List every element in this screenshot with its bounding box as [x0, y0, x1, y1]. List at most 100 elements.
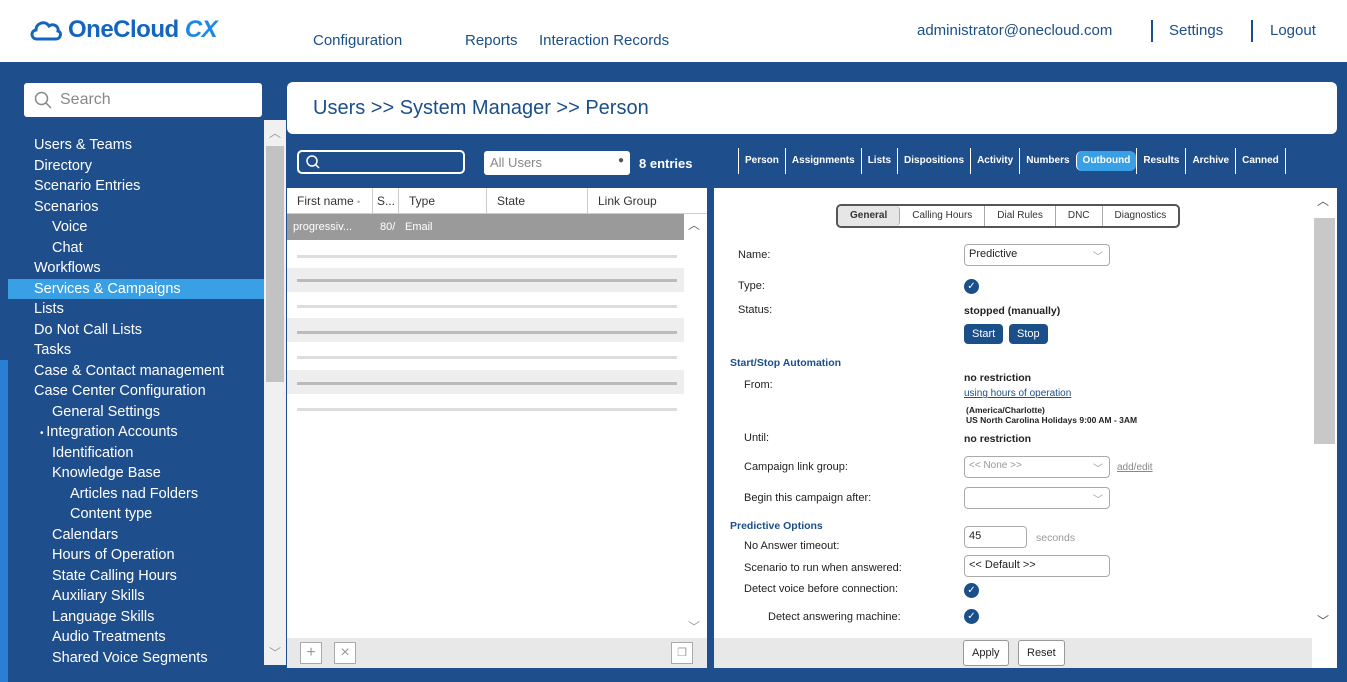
- reset-button[interactable]: Reset: [1018, 640, 1065, 666]
- user-email[interactable]: administrator@onecloud.com: [917, 22, 1112, 39]
- loading-placeholder: [297, 305, 677, 308]
- sidebar-item[interactable]: Articles nad Folders: [8, 484, 264, 505]
- tab-assignments[interactable]: Assignments: [784, 148, 861, 174]
- scrollbar-thumb[interactable]: [266, 146, 284, 382]
- sidebar-item[interactable]: • Integration Accounts: [8, 422, 264, 443]
- sidebar-item[interactable]: Case Center Configuration: [8, 381, 264, 402]
- subtab-bar: General Calling Hours Dial Rules DNC Diagnos…: [836, 204, 1181, 228]
- type-label: Type:: [738, 280, 765, 292]
- sidebar-item[interactable]: Users & Teams: [8, 135, 264, 156]
- detect-voice-checkbox[interactable]: ✓: [964, 583, 979, 598]
- subtab-diagnostics[interactable]: Diagnostics: [1103, 206, 1179, 226]
- begin-after-select[interactable]: ﹀: [964, 487, 1110, 509]
- sidebar-item[interactable]: Tasks: [8, 340, 264, 361]
- sidebar-item[interactable]: Chat: [8, 238, 264, 259]
- sidebar-item[interactable]: Workflows: [8, 258, 264, 279]
- sidebar-item[interactable]: General Settings: [8, 402, 264, 423]
- sidebar-item[interactable]: Lists: [8, 299, 264, 320]
- tab-archive[interactable]: Archive: [1185, 148, 1235, 174]
- sidebar-item[interactable]: Knowledge Base: [8, 463, 264, 484]
- column-header[interactable]: First name •: [287, 187, 373, 214]
- settings-link[interactable]: Settings: [1169, 22, 1223, 39]
- sidebar-item[interactable]: Voice: [8, 217, 264, 238]
- tab-canned[interactable]: Canned: [1235, 148, 1285, 174]
- sidebar-item[interactable]: Content type: [8, 504, 264, 525]
- nav-reports[interactable]: Reports: [465, 32, 518, 49]
- tab-activity[interactable]: Activity: [970, 148, 1019, 174]
- start-button[interactable]: Start: [964, 324, 1004, 344]
- list-footer: + × ❐: [287, 638, 707, 668]
- stop-button[interactable]: Stop: [1009, 324, 1048, 344]
- chevron-down-icon[interactable]: ﹀: [688, 618, 700, 635]
- hours-of-operation-link[interactable]: using hours of operation: [964, 388, 1071, 399]
- column-header[interactable]: S...: [373, 187, 399, 214]
- scenario-input[interactable]: << Default >>: [964, 555, 1110, 577]
- onecloud-logo[interactable]: OneCloud CX: [28, 16, 218, 44]
- logout-link[interactable]: Logout: [1270, 22, 1316, 39]
- sidebar-item[interactable]: Directory: [8, 156, 264, 177]
- detect-machine-checkbox[interactable]: ✓: [964, 609, 979, 624]
- column-header[interactable]: State: [487, 187, 588, 214]
- add-icon[interactable]: +: [300, 642, 322, 664]
- sidebar-item-label: Integration Accounts: [46, 424, 178, 440]
- nav-interaction-records[interactable]: Interaction Records: [539, 32, 669, 49]
- user-filter-select[interactable]: All Users ●: [484, 151, 630, 175]
- sidebar-item-label: Audio Treatments: [52, 629, 166, 645]
- tab-dispositions[interactable]: Dispositions: [897, 148, 970, 174]
- chevron-up-icon[interactable]: ︿: [269, 124, 281, 141]
- sidebar-item[interactable]: Do Not Call Lists: [8, 320, 264, 341]
- tab-person[interactable]: Person: [738, 148, 785, 174]
- sidebar-search[interactable]: Search: [24, 83, 262, 117]
- tab-bar: Person Assignments Lists Dispositions Activi…: [738, 148, 1286, 174]
- tab-results[interactable]: Results: [1136, 148, 1185, 174]
- sidebar-item-label: Content type: [70, 506, 153, 522]
- dot-icon: ●: [617, 155, 624, 166]
- sidebar-item[interactable]: Calendars: [8, 525, 264, 546]
- tab-lists[interactable]: Lists: [860, 148, 897, 174]
- type-checkbox[interactable]: ✓: [964, 279, 979, 294]
- sidebar-item[interactable]: Case & Contact management: [8, 361, 264, 382]
- chevron-down-icon[interactable]: ﹀: [1317, 612, 1329, 629]
- subtab-general[interactable]: General: [838, 206, 901, 226]
- sidebar-scrollbar[interactable]: ︿ ﹀: [264, 120, 286, 665]
- sidebar-item[interactable]: Scenario Entries: [8, 176, 264, 197]
- chevron-up-icon[interactable]: ︿: [1317, 192, 1329, 209]
- sidebar-item[interactable]: Language Skills: [8, 607, 264, 628]
- name-select[interactable]: Predictive ﹀: [964, 244, 1110, 266]
- add-edit-link[interactable]: add/edit: [1117, 462, 1153, 473]
- apply-button[interactable]: Apply: [963, 640, 1009, 666]
- column-header[interactable]: Type: [399, 187, 487, 214]
- loading-placeholder: [297, 255, 677, 258]
- sidebar-item[interactable]: Hours of Operation: [8, 545, 264, 566]
- nav-configuration[interactable]: Configuration: [313, 32, 402, 49]
- list-scrollbar[interactable]: ︿ ﹀: [684, 214, 707, 638]
- sidebar-item-label: Calendars: [52, 526, 119, 543]
- column-header[interactable]: Link Group: [588, 188, 684, 214]
- scrollbar-thumb[interactable]: [1314, 218, 1335, 444]
- copy-icon[interactable]: ❐: [671, 642, 693, 664]
- no-answer-input[interactable]: 45: [964, 526, 1027, 548]
- sidebar-item-label: Articles nad Folders: [70, 485, 199, 502]
- sidebar-item-label: Auxiliary Skills: [52, 588, 145, 604]
- sidebar-item[interactable]: Audio Treatments: [8, 627, 264, 648]
- sidebar-item[interactable]: Auxiliary Skills: [8, 586, 264, 607]
- subtab-dnc[interactable]: DNC: [1056, 206, 1103, 226]
- search-icon: [34, 91, 52, 109]
- subtab-calling-hours[interactable]: Calling Hours: [900, 206, 986, 226]
- detail-scrollbar[interactable]: ︿ ﹀: [1312, 188, 1337, 638]
- sidebar-item[interactable]: Identification: [8, 443, 264, 464]
- sidebar-item[interactable]: Services & Campaigns: [8, 278, 264, 299]
- delete-icon[interactable]: ×: [334, 642, 356, 664]
- chevron-up-icon[interactable]: ︿: [688, 216, 700, 233]
- chevron-down-icon[interactable]: ﹀: [269, 644, 281, 661]
- sidebar-item[interactable]: Shared Voice Segments: [8, 648, 264, 669]
- link-group-select[interactable]: << None >> ﹀: [964, 456, 1110, 478]
- table-row[interactable]: progressiv... 80/ Email: [287, 214, 684, 240]
- tab-numbers[interactable]: Numbers: [1019, 148, 1075, 174]
- loading-placeholder: [297, 382, 677, 385]
- sidebar-item[interactable]: Scenarios: [8, 197, 264, 218]
- sidebar-item[interactable]: State Calling Hours: [8, 566, 264, 587]
- tab-outbound[interactable]: Outbound: [1075, 151, 1137, 171]
- list-search-input[interactable]: [297, 150, 465, 174]
- subtab-dial-rules[interactable]: Dial Rules: [985, 206, 1056, 226]
